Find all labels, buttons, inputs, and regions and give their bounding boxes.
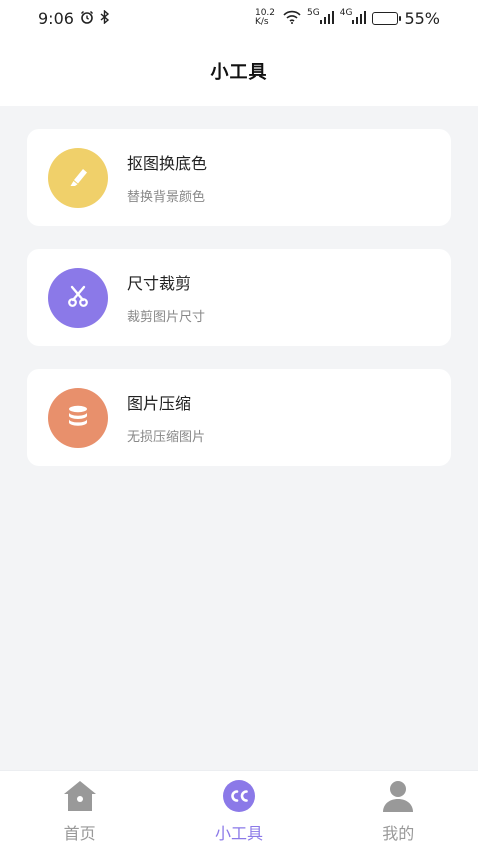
battery-icon <box>372 11 402 25</box>
tool-desc: 替换背景颜色 <box>127 190 206 205</box>
tab-label: 首页 <box>63 823 96 843</box>
status-right: 10.2 K/s 5G 4G 55% <box>255 7 440 28</box>
tool-icon-circle <box>48 267 108 328</box>
tab-mine[interactable]: 我的 <box>338 778 458 844</box>
page-title: 小工具 <box>210 62 268 83</box>
status-time: 9:06 <box>38 8 74 28</box>
tool-icon-circle <box>48 147 108 208</box>
scissors-icon <box>65 283 91 313</box>
alarm-icon <box>80 9 94 28</box>
tool-texts: 抠图换底色 替换背景颜色 <box>127 150 207 205</box>
tool-desc: 无损压缩图片 <box>127 430 206 445</box>
page-header: 小工具 <box>0 36 478 106</box>
battery-percent: 55% <box>404 8 440 28</box>
signal-icon <box>319 9 334 28</box>
tab-tools[interactable]: 小工具 <box>179 778 299 844</box>
tool-name: 抠图换底色 <box>127 154 208 173</box>
status-bar: 9:06 10.2 K/s 5G 4G 55% <box>0 0 478 36</box>
tool-icon-circle <box>48 387 108 448</box>
user-icon <box>381 778 415 814</box>
tool-texts: 图片压缩 无损压缩图片 <box>127 390 205 445</box>
wifi-icon <box>283 9 301 28</box>
tool-list: 抠图换底色 替换背景颜色 尺寸裁剪 裁剪图片尺寸 图片压缩 无损压缩图片 <box>27 129 451 489</box>
tool-name: 图片压缩 <box>127 394 192 413</box>
status-left: 9:06 <box>38 9 110 28</box>
tool-card-cutout[interactable]: 抠图换底色 替换背景颜色 <box>27 129 451 226</box>
bottom-tab-bar: 首页 小工具 我的 <box>0 770 478 850</box>
tool-card-crop[interactable]: 尺寸裁剪 裁剪图片尺寸 <box>27 249 451 346</box>
net-speed: 10.2 K/s <box>255 9 275 27</box>
tool-name: 尺寸裁剪 <box>127 274 192 293</box>
signal-2-label: 4G <box>339 7 353 18</box>
tab-label: 小工具 <box>214 823 263 843</box>
tool-card-compress[interactable]: 图片压缩 无损压缩图片 <box>27 369 451 466</box>
tab-home[interactable]: 首页 <box>20 778 140 844</box>
net-speed-unit: K/s <box>254 17 269 27</box>
bluetooth-icon <box>100 8 110 28</box>
tab-label: 我的 <box>382 823 415 843</box>
home-icon <box>62 778 98 814</box>
database-icon <box>65 403 91 433</box>
signal-icon <box>352 9 367 28</box>
tool-desc: 裁剪图片尺寸 <box>127 310 206 325</box>
cc-icon <box>222 778 256 814</box>
tool-texts: 尺寸裁剪 裁剪图片尺寸 <box>127 270 205 325</box>
signal-1-label: 5G <box>307 7 320 18</box>
highlighter-icon <box>65 163 91 193</box>
